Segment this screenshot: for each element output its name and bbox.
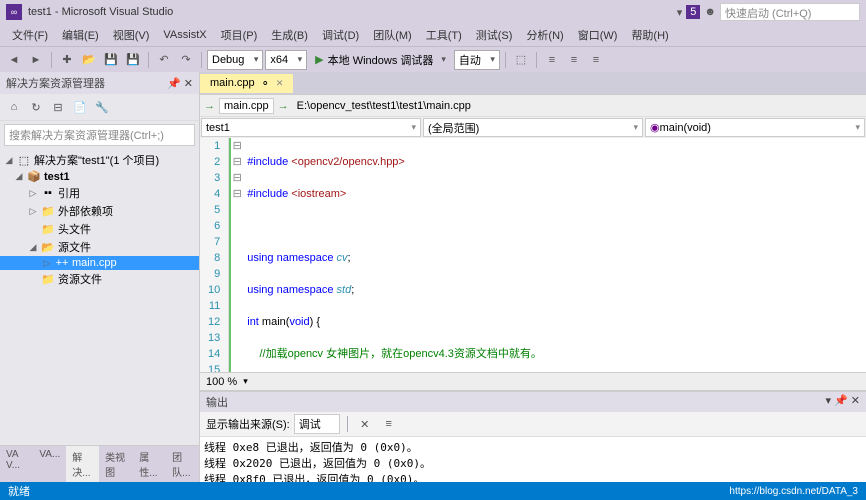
menu-bar: 文件(F) 编辑(E) 视图(V) VAssistX 项目(P) 生成(B) 调… [0, 24, 866, 46]
tab-pin-icon[interactable]: ⚬ [261, 77, 270, 90]
menu-team[interactable]: 团队(M) [367, 25, 418, 45]
open-icon[interactable]: 📂 [79, 50, 99, 70]
sbtab-team[interactable]: 团队... [166, 446, 199, 482]
tb-icon[interactable]: ≡ [542, 50, 562, 70]
quick-launch[interactable]: 快速启动 (Ctrl+Q) [720, 3, 860, 21]
vs-badge[interactable]: 5 [686, 5, 700, 19]
menu-analyze[interactable]: 分析(N) [520, 25, 569, 45]
sbtab-class[interactable]: 类视图 [99, 446, 133, 482]
sbtab-va[interactable]: VA... [33, 446, 66, 482]
output-text[interactable]: 线程 0xe8 已退出，返回值为 0 (0x0)。 线程 0x2020 已退出，… [200, 437, 866, 482]
status-right: https://blog.csdn.net/DATA_3 [729, 486, 858, 497]
refs-icon: ▪▪ [41, 187, 55, 199]
tab-close-icon[interactable]: ✕ [276, 78, 284, 89]
line-gutter: 123456789101112131415161718192021 [200, 138, 229, 372]
menu-test[interactable]: 测试(S) [470, 25, 519, 45]
folder-icon: 📁 [41, 273, 55, 286]
menu-build[interactable]: 生成(B) [265, 25, 314, 45]
nav-fwd-icon[interactable]: ► [26, 50, 46, 70]
nav-func[interactable]: ◉ main(void) [645, 118, 865, 137]
project-icon: 📦 [27, 170, 41, 183]
solution-icon: ⬚ [17, 154, 31, 167]
play-icon: ▶ [315, 53, 323, 66]
wrap-icon[interactable]: ≡ [379, 414, 399, 434]
pin-icon[interactable]: 📌 ✕ [167, 77, 193, 90]
window-title: test1 - Microsoft Visual Studio [28, 6, 677, 18]
fold-gutter: ⊟ ⊟ ⊟ ⊟ [229, 138, 243, 372]
menu-project[interactable]: 项目(P) [215, 25, 264, 45]
nav-project[interactable]: test1 [201, 118, 421, 137]
path-full: E:\opencv_test\test1\test1\main.cpp [293, 100, 862, 112]
vs-logo-icon: ∞ [6, 4, 22, 20]
sbtab-props[interactable]: 属性... [133, 446, 166, 482]
path-file[interactable]: main.cpp [219, 98, 274, 114]
feedback-icon[interactable]: ☻ [704, 6, 716, 18]
sbtab-vaview[interactable]: VA V... [0, 446, 33, 482]
output-close-icon[interactable]: ▾ 📌 ✕ [825, 394, 860, 410]
notify-icon[interactable]: ▾ [677, 6, 683, 19]
tb-icon[interactable]: ⬚ [511, 50, 531, 70]
solution-tree: ◢⬚解决方案"test1"(1 个项目) ◢📦test1 ▷▪▪引用 ▷📁外部依… [0, 149, 199, 445]
collapse-icon[interactable]: ⊟ [48, 97, 68, 117]
headers-node[interactable]: 头文件 [58, 221, 91, 237]
source-node[interactable]: 源文件 [58, 239, 91, 255]
project-node[interactable]: test1 [44, 171, 70, 183]
folder-icon: 📁 [41, 223, 55, 236]
nav-arrow-icon[interactable]: → [204, 100, 215, 112]
refresh-icon[interactable]: ↻ [26, 97, 46, 117]
home-icon[interactable]: ⌂ [4, 97, 24, 117]
output-source-select[interactable]: 调试 [294, 414, 340, 434]
menu-edit[interactable]: 编辑(E) [56, 25, 105, 45]
toolbar: ◄ ► ✚ 📂 💾 💾 ↶ ↷ Debug x64 ▶本地 Windows 调试… [0, 46, 866, 72]
nav-back-icon[interactable]: ◄ [4, 50, 24, 70]
editor-tab-maincpp[interactable]: main.cpp ⚬ ✕ [200, 74, 293, 93]
config-select[interactable]: Debug [207, 50, 263, 70]
properties-icon[interactable]: 🔧 [92, 97, 112, 117]
save-all-icon[interactable]: 💾 [123, 50, 143, 70]
menu-tools[interactable]: 工具(T) [420, 25, 468, 45]
clear-icon[interactable]: ✕ [355, 414, 375, 434]
save-icon[interactable]: 💾 [101, 50, 121, 70]
auto-select[interactable]: 自动 [454, 50, 500, 70]
show-all-icon[interactable]: 📄 [70, 97, 90, 117]
menu-vassist[interactable]: VAssistX [157, 27, 212, 43]
nav-scope[interactable]: (全局范围) [423, 118, 643, 137]
redo-icon[interactable]: ↷ [176, 50, 196, 70]
maincpp-node[interactable]: main.cpp [72, 257, 117, 269]
nav-arrow-icon[interactable]: → [278, 100, 289, 112]
extdep-icon: 📁 [41, 205, 55, 218]
tb-icon[interactable]: ≡ [586, 50, 606, 70]
folder-icon: 📂 [41, 241, 55, 254]
refs-node[interactable]: 引用 [58, 185, 80, 201]
undo-icon[interactable]: ↶ [154, 50, 174, 70]
new-icon[interactable]: ✚ [57, 50, 77, 70]
platform-select[interactable]: x64 [265, 50, 307, 70]
output-from-label: 显示输出来源(S): [206, 416, 290, 432]
solution-search[interactable]: 搜索解决方案资源管理器(Ctrl+;) [4, 124, 195, 146]
extdep-node[interactable]: 外部依赖项 [58, 203, 113, 219]
menu-window[interactable]: 窗口(W) [572, 25, 624, 45]
zoom-level[interactable]: 100 % [206, 376, 237, 388]
menu-debug[interactable]: 调试(D) [316, 25, 365, 45]
tb-icon[interactable]: ≡ [564, 50, 584, 70]
sbtab-solution[interactable]: 解决... [66, 446, 99, 482]
code-area[interactable]: #include <opencv2/opencv.hpp> #include <… [243, 138, 866, 372]
solution-explorer-title: 解决方案资源管理器 [6, 75, 105, 91]
status-text: 就绪 [8, 483, 30, 499]
menu-view[interactable]: 视图(V) [107, 25, 156, 45]
output-title: 输出 [206, 394, 228, 410]
start-debug-button[interactable]: ▶本地 Windows 调试器▾ [309, 50, 452, 70]
solution-node[interactable]: 解决方案"test1"(1 个项目) [34, 152, 159, 168]
menu-help[interactable]: 帮助(H) [625, 25, 674, 45]
menu-file[interactable]: 文件(F) [6, 25, 54, 45]
cpp-icon: ++ [55, 257, 69, 269]
resource-node[interactable]: 资源文件 [58, 271, 102, 287]
